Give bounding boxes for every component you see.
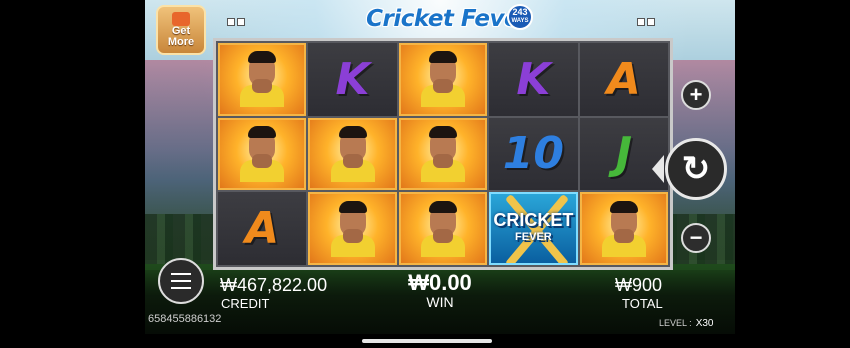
cricketer-icon — [330, 200, 375, 257]
level-label: LEVEL : — [659, 318, 692, 328]
get-more-button[interactable]: Get More — [156, 5, 206, 55]
symbol-player — [218, 43, 307, 116]
home-indicator[interactable] — [362, 339, 492, 343]
cricketer-icon — [420, 200, 465, 257]
minus-icon: − — [689, 225, 703, 250]
symbol-letter-text: 10 — [502, 128, 564, 180]
increase-bet-button[interactable]: + — [681, 80, 711, 110]
floodlight-icon — [637, 18, 657, 30]
symbol-letter-text: K — [516, 53, 551, 105]
spin-button[interactable]: ↻ — [665, 138, 727, 200]
right-black-bar — [735, 0, 850, 348]
wild-title: CRICKET — [493, 209, 574, 230]
game-logo: Cricket Fever 243 WAYS — [363, 2, 533, 36]
symbol-letter-text: A — [245, 203, 280, 255]
ways-label: WAYS — [511, 18, 529, 24]
symbol-letter: A — [218, 192, 307, 265]
symbol-player — [579, 192, 668, 265]
game-screen: Get More Cricket Fever 243 WAYS K K A 10 J A C… — [145, 0, 735, 334]
gift-icon — [172, 12, 190, 26]
symbol-letter: K — [489, 43, 578, 116]
cricketer-icon — [240, 51, 285, 108]
symbol-letter: K — [308, 43, 397, 116]
game-id: 658455886132 — [148, 313, 222, 325]
wild-subtitle: FEVER — [515, 230, 552, 243]
cricketer-icon — [420, 125, 465, 182]
symbol-player — [218, 117, 307, 191]
refresh-icon: ↻ — [681, 150, 711, 188]
symbol-wild: CRICKET FEVER — [489, 192, 578, 265]
symbol-player — [398, 117, 488, 191]
ways-number: 243 — [512, 7, 528, 17]
symbol-letter: 10 — [489, 117, 578, 191]
symbol-player — [398, 43, 488, 116]
symbol-player — [308, 192, 397, 265]
level-indicator: LEVEL : X30 — [659, 318, 713, 329]
cricketer-icon — [330, 125, 375, 182]
cricketer-icon — [420, 51, 465, 108]
symbol-player — [308, 117, 397, 191]
wild-text: CRICKET FEVER — [493, 209, 574, 246]
floodlight-icon — [227, 18, 247, 30]
cricketer-icon — [601, 200, 646, 257]
symbol-letter-text: K — [335, 53, 370, 105]
symbol-player — [398, 192, 488, 265]
spin-pointer-icon — [652, 155, 664, 183]
left-black-bar — [0, 0, 145, 348]
plus-icon: + — [689, 82, 703, 107]
symbol-letter: A — [579, 43, 668, 116]
symbol-letter-text: A — [606, 53, 641, 105]
logo-title: Cricket Fever — [366, 6, 530, 32]
cricketer-icon — [240, 125, 285, 182]
reel-grid: K K A 10 J A CRICKET FEVER — [213, 38, 673, 270]
total-bet-label: TOTAL — [622, 296, 663, 311]
symbol-letter-text: J — [615, 128, 632, 180]
get-more-label-2: More — [167, 36, 195, 48]
level-value: X30 — [695, 318, 714, 329]
decrease-bet-button[interactable]: − — [681, 223, 711, 253]
ways-badge: 243 WAYS — [507, 4, 533, 30]
total-bet-value: ₩900 — [615, 275, 663, 295]
